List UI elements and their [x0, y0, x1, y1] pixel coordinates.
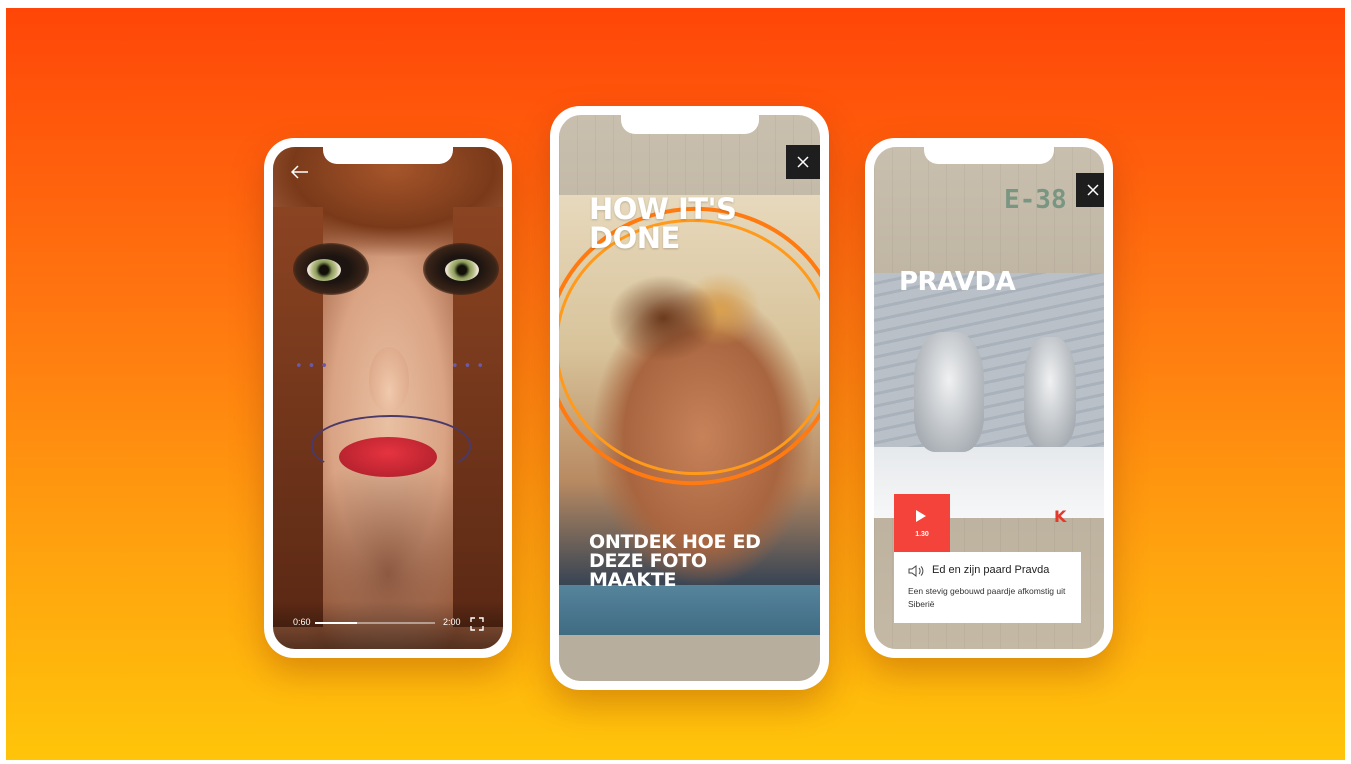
close-button[interactable] [1076, 173, 1104, 207]
video-screen: ••• ••• 0:60 2:00 [273, 147, 503, 649]
phone-story-how-its-done: HOW IT'S DONE ONTDEK HOE ED DEZE FOTO MA… [550, 106, 829, 690]
stamp-label: E-38 [1004, 185, 1067, 215]
eye-left [307, 259, 341, 281]
video-progress-fill [315, 622, 357, 624]
horse-right [1024, 337, 1076, 447]
close-button[interactable] [786, 145, 820, 179]
close-icon [1087, 184, 1099, 196]
red-lips [339, 437, 437, 477]
arrow-left-icon[interactable] [291, 165, 309, 179]
phone-notch [323, 138, 453, 164]
horse-left [914, 332, 984, 452]
face-paint-dots-left: ••• [295, 359, 334, 374]
audio-description: Een stevig gebouwd paardje afkomstig uit… [908, 586, 1066, 609]
paper-bottom-strip [559, 635, 820, 681]
eye-right [445, 259, 479, 281]
audio-info-card[interactable]: Ed en zijn paard Pravda Een stevig gebou… [894, 552, 1081, 623]
pravda-screen: E-38 PRAVDA K 1.30 Ed en zijn paard Prav… [874, 147, 1104, 649]
play-icon [916, 510, 926, 522]
fullscreen-icon[interactable] [470, 617, 484, 631]
phone-video-player: ••• ••• 0:60 2:00 [264, 138, 512, 658]
phone-notch [620, 106, 759, 134]
face-paint-dots-right: ••• [451, 359, 490, 374]
story-cta[interactable]: ONTDEK HOE ED DEZE FOTO MAAKTE [589, 533, 789, 590]
audio-duration: 1.30 [915, 531, 929, 538]
time-elapsed: 0:60 [293, 617, 311, 627]
video-progress-bar[interactable] [315, 622, 435, 624]
time-total: 2:00 [443, 617, 461, 627]
play-audio-button[interactable]: 1.30 [894, 494, 950, 552]
audio-title: Ed en zijn paard Pravda [932, 564, 1050, 576]
phone-story-pravda: E-38 PRAVDA K 1.30 Ed en zijn paard Prav… [865, 138, 1113, 658]
close-icon [797, 156, 809, 168]
promo-background: ••• ••• 0:60 2:00 HOW IT'S DONE ONTDEK H… [6, 8, 1345, 760]
story-title: HOW IT'S DONE [589, 192, 737, 255]
handwritten-marker: K [1054, 507, 1067, 526]
nose [369, 347, 409, 411]
speaker-icon [908, 565, 924, 577]
video-controls: 0:60 2:00 [273, 601, 503, 649]
phone-notch [924, 138, 1054, 164]
story-title: PRAVDA [899, 267, 1016, 297]
story-screen: HOW IT'S DONE ONTDEK HOE ED DEZE FOTO MA… [559, 115, 820, 681]
